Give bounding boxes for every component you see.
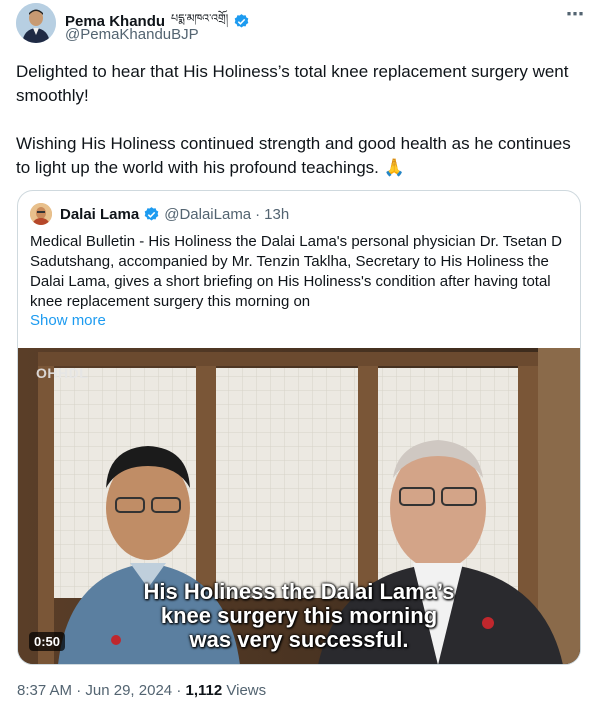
video-caption-line: His Holiness the Dalai Lama’s <box>143 579 455 604</box>
author-handle[interactable]: @PemaKhanduBJP <box>65 26 199 43</box>
quoted-author-name[interactable]: Dalai Lama <box>60 206 139 223</box>
verified-badge-icon <box>234 14 249 28</box>
tweet-meta: 8:37 AM · Jun 29, 2024 · 1,112 Views <box>17 682 266 699</box>
views-label: Views <box>226 682 267 699</box>
views-count: 1,112 <box>185 682 223 699</box>
tweet-paragraph-2: Wishing His Holiness continued strength … <box>16 134 571 177</box>
video-caption-line: was very successful. <box>189 627 409 652</box>
quoted-author-handle[interactable]: @DalaiLama <box>164 206 251 223</box>
meta-separator: · <box>76 682 82 699</box>
tweet-paragraph-1: Delighted to hear that His Holiness’s to… <box>16 62 569 105</box>
meta-separator: · <box>176 682 182 699</box>
video-caption-line: knee surgery this morning <box>160 603 438 628</box>
more-options-icon[interactable]: ⋯ <box>566 4 585 25</box>
verified-badge-icon <box>144 206 159 221</box>
quoted-author-avatar[interactable] <box>30 203 52 225</box>
quoted-tweet-text: Medical Bulletin - His Holiness the Dala… <box>30 233 562 310</box>
video-player[interactable]: OHHDL His Holiness the Dalai Lama’s knee… <box>18 348 580 664</box>
video-watermark: OHHDL <box>36 365 89 381</box>
author-avatar[interactable] <box>16 3 56 43</box>
quoted-timestamp[interactable]: 13h <box>264 206 289 223</box>
tweet-time[interactable]: 8:37 AM <box>17 682 72 699</box>
video-duration: 0:50 <box>29 632 66 651</box>
quoted-tweet-header: Dalai Lama @DalaiLama · 13h <box>30 203 289 225</box>
show-more-link[interactable]: Show more <box>30 312 106 329</box>
video-caption: His Holiness the Dalai Lama’s knee surge… <box>18 580 580 652</box>
tweet-date[interactable]: Jun 29, 2024 <box>85 682 172 699</box>
quoted-tweet[interactable]: Dalai Lama @DalaiLama · 13h Medical Bull… <box>17 190 581 665</box>
tweet-text: Delighted to hear that His Holiness’s to… <box>16 60 581 180</box>
quoted-separator: · <box>255 205 261 223</box>
